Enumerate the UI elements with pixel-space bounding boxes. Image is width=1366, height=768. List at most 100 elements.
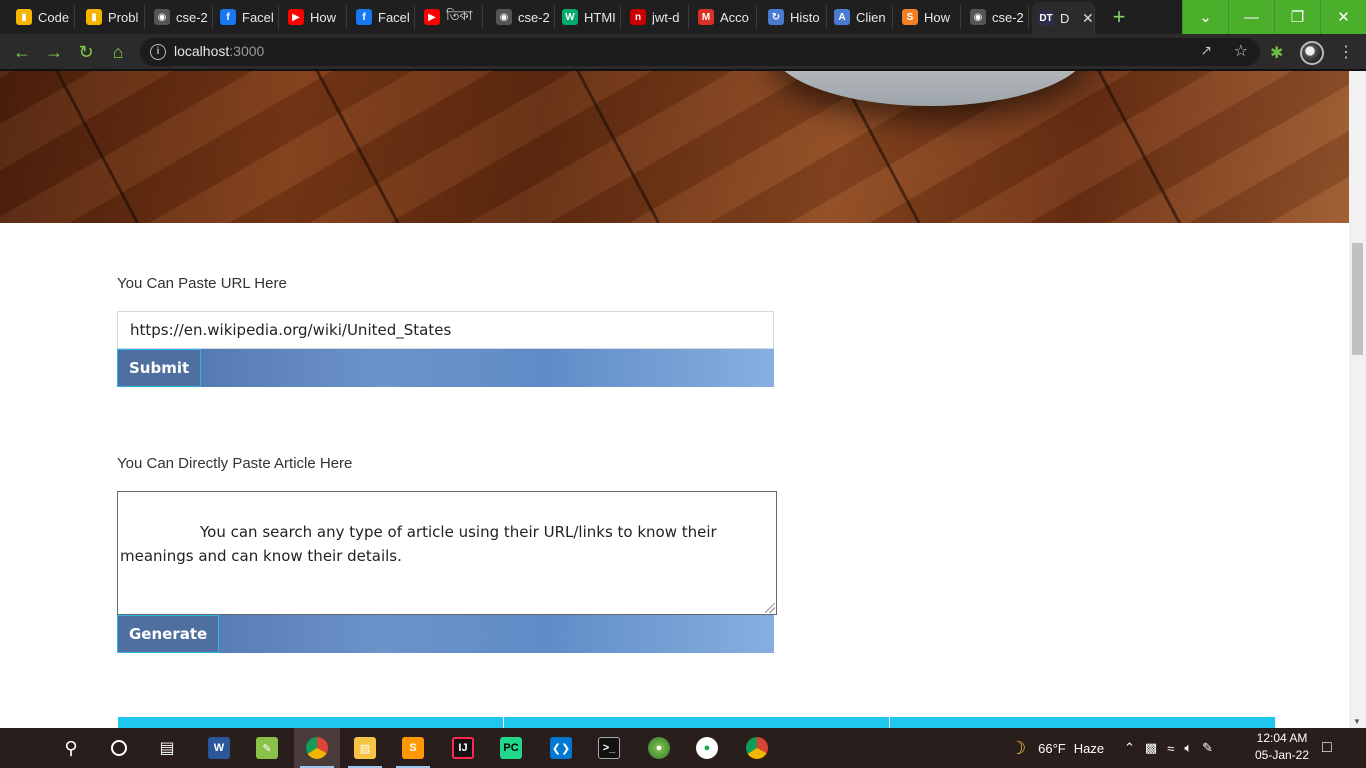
browser-tab[interactable]: M Acco	[692, 5, 757, 29]
page-scrollbar[interactable]: ▼	[1349, 71, 1366, 728]
network-globe-icon[interactable]: ●	[636, 728, 682, 768]
browser-tab[interactable]: ◉ cse-2	[148, 5, 213, 29]
history-icon: ↻	[768, 9, 784, 25]
browser-tab[interactable]: f Facel	[350, 5, 415, 29]
close-window-button[interactable]: ✕	[1320, 0, 1366, 34]
stackoverflow-icon: S	[902, 9, 918, 25]
new-tab-button[interactable]: +	[1106, 4, 1132, 30]
tab-title: Clien	[856, 9, 886, 25]
tab-title: Probl	[108, 9, 139, 25]
coffee-cup-decoration	[770, 71, 1090, 106]
browser-tab[interactable]: ↻ Histo	[762, 5, 827, 29]
notifications-icon[interactable]: □	[1322, 728, 1332, 768]
restore-button[interactable]: ❐	[1274, 0, 1320, 34]
address-bar[interactable]: i localhost:3000 ↗ ☆	[140, 38, 1260, 66]
tab-title: jwt-d	[652, 9, 680, 25]
browser-tab[interactable]: n jwt-d	[624, 5, 689, 29]
chrome-app-icon[interactable]	[294, 728, 340, 768]
url-input[interactable]: https://en.wikipedia.org/wiki/United_Sta…	[117, 311, 774, 349]
github-icon: ◉	[154, 9, 170, 25]
close-tab-icon[interactable]: ✕	[1082, 10, 1094, 27]
browser-tab[interactable]: ▶ তিকা	[418, 5, 483, 29]
tab-title: Histo	[790, 9, 820, 25]
minimize-button[interactable]: —	[1228, 0, 1274, 34]
browser-toolbar: ← → ↻ ⌂ i localhost:3000 ↗ ☆ ✱ ⋮	[0, 34, 1366, 71]
tab-title: How	[924, 9, 951, 25]
home-icon[interactable]: ⌂	[106, 40, 130, 64]
result-card[interactable]	[118, 717, 504, 728]
vscode-icon[interactable]: ❮❯	[538, 728, 584, 768]
tab-search-button[interactable]: ⌄	[1182, 0, 1228, 34]
browser-tab[interactable]: ▮ Code	[10, 5, 75, 29]
browser-menu-icon[interactable]: ⋮	[1338, 42, 1354, 62]
browser-tab[interactable]: DT D ✕	[1032, 2, 1095, 34]
result-card[interactable]	[890, 717, 1276, 728]
submit-button[interactable]: Submit	[117, 349, 202, 387]
weather-moon-icon: ☽	[1010, 737, 1027, 758]
pen-icon[interactable]: ✎	[1202, 740, 1213, 756]
browser-tab[interactable]: f Facel	[214, 5, 279, 29]
site-info-icon[interactable]: i	[150, 44, 166, 60]
weather-widget[interactable]: ☽ 66°F Haze	[1010, 728, 1104, 768]
meet-now-icon[interactable]: ▩	[1145, 740, 1157, 756]
resize-grip-icon[interactable]	[765, 603, 775, 613]
tab-title: Acco	[720, 9, 749, 25]
weather-temp: 66°F	[1038, 740, 1066, 756]
reload-icon[interactable]: ↻	[74, 40, 98, 64]
tab-title: D	[1060, 10, 1070, 26]
tab-title: Facel	[378, 9, 410, 25]
scrollbar-thumb[interactable]	[1352, 243, 1363, 355]
pycharm-icon[interactable]: PC	[488, 728, 534, 768]
chrome-app-icon-2[interactable]	[734, 728, 780, 768]
sublime-text-icon[interactable]: S	[390, 728, 436, 768]
api-icon: A	[834, 9, 850, 25]
mongodb-icon[interactable]: ●	[684, 728, 730, 768]
browser-tab[interactable]: A Clien	[828, 5, 893, 29]
browser-tab[interactable]: ▮ Probl	[80, 5, 145, 29]
start-button[interactable]	[0, 728, 46, 768]
extensions-puzzle-icon[interactable]: ✱	[1270, 43, 1283, 63]
clock[interactable]: 12:04 AM 05-Jan-22	[1252, 730, 1312, 764]
facebook-icon: f	[356, 9, 372, 25]
word-app-icon[interactable]: W	[196, 728, 242, 768]
github-icon: ◉	[970, 9, 986, 25]
windows-taskbar: ⚲ ▤ W ✎ ▧ S IJ PC ❮❯ >_ ● ● ☽ 66°F Haze …	[0, 728, 1366, 768]
cortana-icon[interactable]	[96, 728, 142, 768]
bookmark-star-icon[interactable]: ☆	[1234, 41, 1248, 61]
task-view-icon[interactable]: ▤	[144, 728, 190, 768]
share-icon[interactable]: ↗	[1200, 42, 1212, 59]
browser-tab[interactable]: ▶ How	[282, 5, 347, 29]
file-explorer-icon[interactable]: ▧	[342, 728, 388, 768]
volume-icon[interactable]: 🔈︎	[1184, 740, 1192, 756]
search-icon[interactable]: ⚲	[48, 728, 94, 768]
browser-tab[interactable]: S How	[896, 5, 961, 29]
dt-icon: DT	[1038, 10, 1054, 26]
forward-icon[interactable]: →	[42, 40, 66, 64]
hero-image	[0, 71, 1349, 223]
wifi-icon[interactable]: ≈	[1167, 741, 1174, 756]
weather-desc: Haze	[1073, 740, 1105, 756]
youtube-icon: ▶	[424, 9, 440, 25]
profile-avatar[interactable]	[1300, 41, 1324, 65]
article-textarea[interactable]: You can search any type of article using…	[117, 491, 777, 615]
tab-title: cse-2	[176, 9, 208, 25]
generate-button[interactable]: Generate	[117, 615, 220, 653]
tab-title: Facel	[242, 9, 274, 25]
url-port: :3000	[229, 43, 265, 59]
browser-tab[interactable]: ◉ cse-2	[964, 5, 1029, 29]
scroll-down-arrow-icon[interactable]: ▼	[1353, 717, 1361, 726]
browser-tab[interactable]: ◉ cse-2	[490, 5, 555, 29]
tab-title: cse-2	[992, 9, 1024, 25]
notepad-app-icon[interactable]: ✎	[244, 728, 290, 768]
intellij-icon[interactable]: IJ	[440, 728, 486, 768]
back-icon[interactable]: ←	[10, 40, 34, 64]
windows-logo-icon	[14, 739, 32, 757]
address-url[interactable]: localhost:3000	[174, 43, 264, 59]
browser-tab[interactable]: W HTMI	[556, 5, 621, 29]
system-tray: ⌃ ▩ ≈ 🔈︎ ✎	[1124, 728, 1213, 768]
clock-date: 05-Jan-22	[1254, 748, 1310, 762]
terminal-icon[interactable]: >_	[586, 728, 632, 768]
result-card[interactable]	[504, 717, 890, 728]
github-icon: ◉	[496, 9, 512, 25]
chevron-up-icon[interactable]: ⌃	[1124, 740, 1135, 756]
